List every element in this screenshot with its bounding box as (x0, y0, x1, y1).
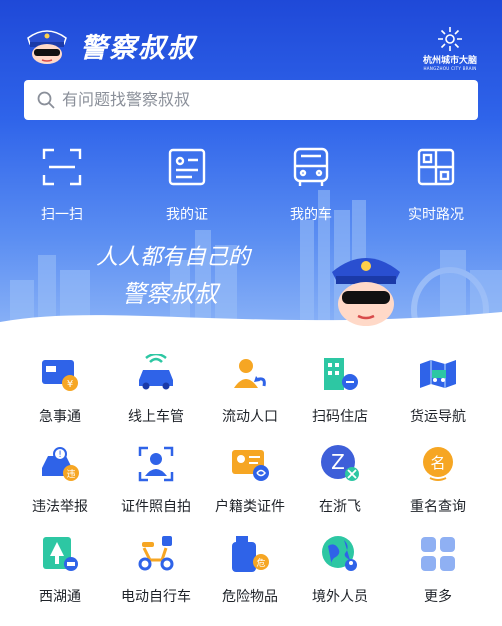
search-bar[interactable]: 有问题找警察叔叔 (24, 80, 478, 120)
app-home: 警察叔叔 杭州城市大脑 HANGZHOU CITY BRAIN 有问题找警察叔叔 (0, 0, 502, 626)
service-violation-report[interactable]: ! 违 违法举报 (10, 444, 110, 516)
service-label: 急事通 (39, 409, 81, 425)
service-foreigner[interactable]: 境外人员 (290, 534, 390, 606)
police-mascot-icon (332, 258, 400, 326)
service-e-bike[interactable]: 电动自行车 (106, 534, 206, 606)
floating-population-icon (234, 359, 266, 388)
brand-name-en: HANGZHOU CITY BRAIN (423, 66, 477, 71)
svg-text:名: 名 (430, 454, 445, 472)
more-icon (421, 537, 455, 571)
banner-slogan: 人人都有自己的 警察叔叔 (96, 245, 253, 308)
urgent-card-icon: ¥ (42, 360, 78, 391)
svg-text:¥: ¥ (67, 379, 73, 390)
top-bar: 警察叔叔 杭州城市大脑 HANGZHOU CITY BRAIN (0, 0, 502, 78)
service-label: 扫码住店 (312, 409, 368, 425)
quick-action-label: 我的车 (290, 207, 332, 223)
hazardous-goods-icon: 危 (232, 536, 269, 572)
service-label: 在浙飞 (319, 499, 361, 515)
service-drone[interactable]: Z 在浙飞 (290, 444, 390, 516)
e-bike-icon (138, 536, 174, 571)
service-name-query[interactable]: 名 重名查询 (388, 444, 488, 516)
svg-text:!: ! (58, 450, 62, 460)
city-brain-brand: 杭州城市大脑 HANGZHOU CITY BRAIN (416, 26, 484, 71)
app-title: 警察叔叔 (80, 33, 196, 64)
service-label: 西湖通 (39, 589, 81, 605)
service-label: 境外人员 (312, 589, 368, 605)
hotel-scan-icon (324, 358, 358, 390)
service-label: 危险物品 (222, 589, 278, 605)
city-brain-logo-icon (438, 27, 462, 51)
id-photo-icon (138, 446, 174, 482)
traffic-map-icon (417, 148, 455, 186)
quick-action-label: 我的证 (166, 207, 208, 223)
svg-text:Z: Z (331, 450, 345, 474)
service-urgent[interactable]: ¥ 急事通 (10, 354, 110, 426)
service-label: 更多 (424, 589, 452, 605)
service-id-photo[interactable]: 证件照自拍 (106, 444, 206, 516)
service-hotel-scan[interactable]: 扫码住店 (290, 354, 390, 426)
service-label: 电动自行车 (121, 589, 191, 605)
slogan-line-1: 人人都有自己的 (96, 245, 253, 270)
service-freight-navigation[interactable]: 货运导航 (388, 354, 488, 426)
west-lake-icon (43, 537, 78, 571)
quick-action-label: 实时路况 (408, 207, 464, 223)
service-west-lake[interactable]: 西湖通 (10, 534, 110, 606)
household-register-icon (232, 450, 269, 481)
service-label: 货运导航 (410, 409, 466, 425)
search-placeholder: 有问题找警察叔叔 (62, 90, 191, 109)
car-icon (293, 147, 329, 186)
quick-action-scan[interactable]: 扫一扫 (17, 146, 107, 224)
drone-icon: Z (321, 445, 359, 481)
violation-report-icon: ! 违 (42, 447, 79, 481)
service-floating-population[interactable]: 流动人口 (200, 354, 300, 426)
quick-action-traffic[interactable]: 实时路况 (391, 146, 481, 224)
slogan-line-2: 警察叔叔 (122, 280, 221, 308)
search-icon (37, 91, 55, 109)
id-card-icon (168, 148, 206, 186)
service-label: 流动人口 (222, 409, 278, 425)
brand-name-cn: 杭州城市大脑 (422, 56, 477, 66)
freight-navigation-icon (420, 360, 456, 388)
service-online-vehicle[interactable]: 线上车管 (106, 352, 206, 426)
quick-action-my-car[interactable]: 我的车 (266, 146, 356, 224)
name-query-icon: 名 (423, 447, 453, 481)
police-mascot-logo-icon (27, 30, 67, 64)
online-vehicle-icon (139, 352, 173, 390)
service-label: 户籍类证件 (215, 499, 285, 515)
service-label: 重名查询 (410, 499, 466, 515)
service-label: 违法举报 (32, 499, 88, 515)
scan-icon (42, 148, 82, 186)
svg-text:危: 危 (256, 557, 265, 569)
foreigner-icon (322, 536, 357, 571)
quick-action-my-id[interactable]: 我的证 (142, 146, 232, 224)
svg-text:违: 违 (66, 469, 75, 480)
service-household-register[interactable]: 户籍类证件 (200, 444, 300, 516)
service-label: 线上车管 (128, 409, 184, 425)
service-label: 证件照自拍 (121, 499, 191, 515)
service-hazardous-goods[interactable]: 危 危险物品 (200, 534, 300, 606)
service-more[interactable]: 更多 (388, 534, 488, 606)
quick-action-label: 扫一扫 (41, 207, 83, 223)
